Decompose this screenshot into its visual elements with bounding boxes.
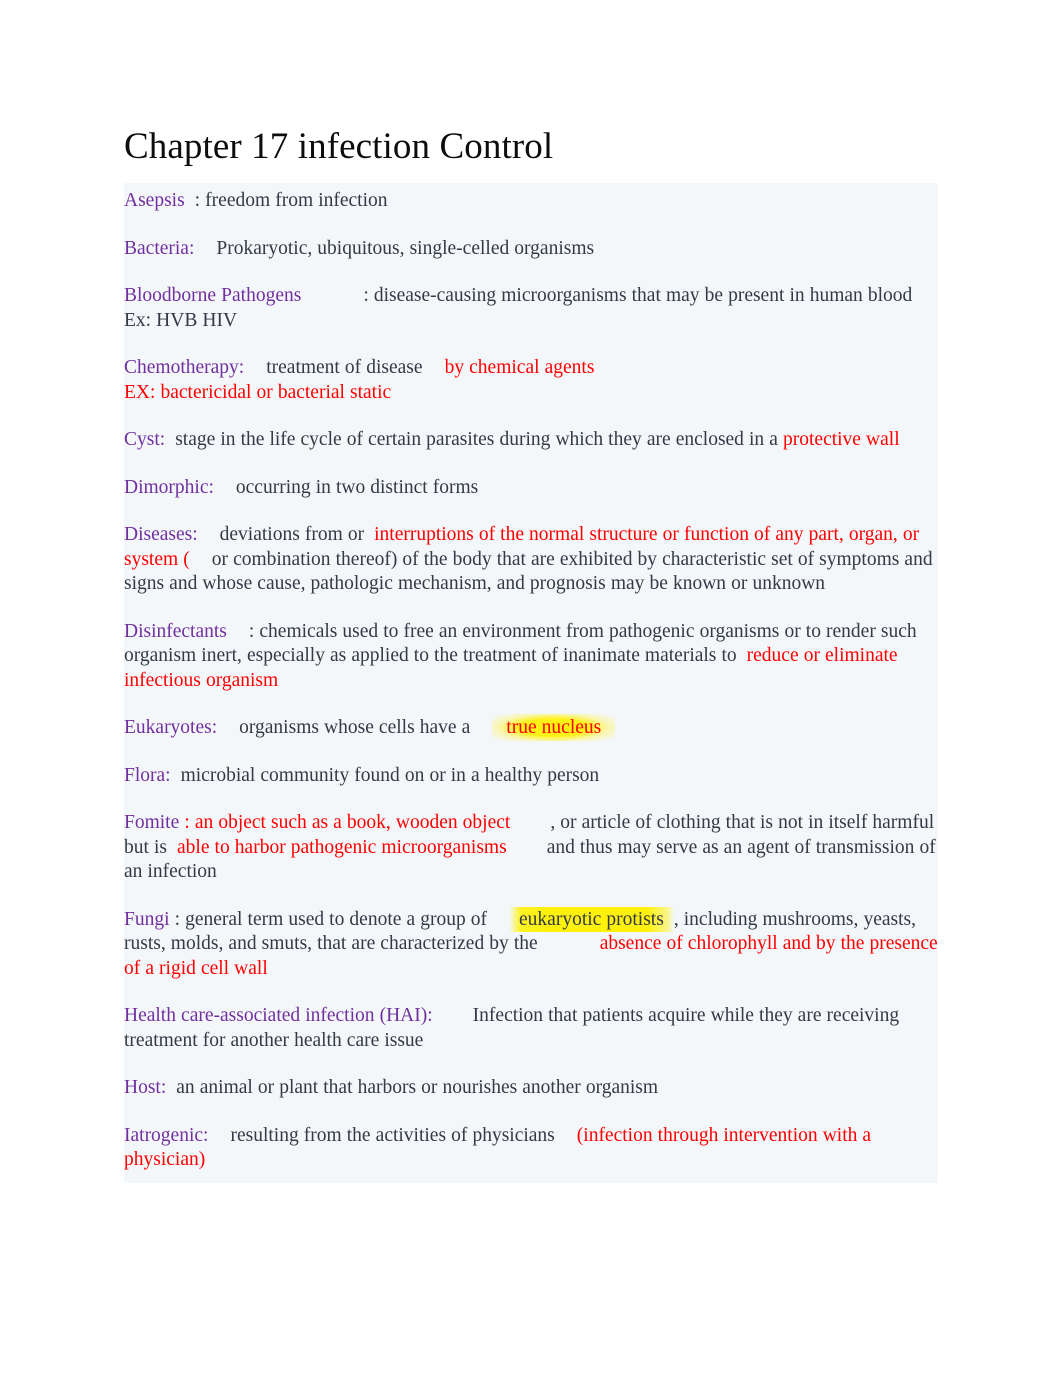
definition-entry-chemotherapy: Chemotherapy: treatment of disease by chem… — [124, 356, 938, 405]
definition-asepsis: freedom from infection — [205, 190, 388, 211]
term-diseases: Diseases: — [124, 524, 198, 545]
separator-bloodborne: : — [363, 285, 374, 306]
example-red-chemotherapy: EX: bactericidal or bacterial static — [124, 381, 392, 403]
yellow-highlight-true-nucleus: true nucleus — [492, 714, 616, 741]
definition-entry-fomite: Fomite : an object such as a book, woode… — [124, 811, 938, 885]
term-chemotherapy: Chemotherapy: — [124, 357, 245, 378]
term-fungi: Fungi — [124, 908, 170, 930]
term-disinfectants: Disinfectants — [124, 620, 227, 642]
page-title: Chapter 17 infection Control — [124, 126, 554, 167]
definition-fungi-a: general term used to denote a group of — [185, 908, 488, 930]
term-bacteria: Bacteria: — [124, 237, 195, 259]
definition-bacteria: Prokaryotic, ubiquitous, single-celled o… — [216, 237, 595, 259]
definition-entry-eukaryotes: Eukaryotes: organisms whose cells have a t… — [124, 714, 938, 741]
definition-cyst: stage in the life cycle of certain paras… — [175, 429, 778, 450]
term-bloodborne-pathogens: Bloodborne Pathogens — [124, 285, 302, 306]
definition-entry-asepsis: Asepsis: freedom from infection — [124, 189, 938, 214]
definition-entry-cyst: Cyst: stage in the life cycle of certain … — [124, 428, 938, 453]
definition-diseases-part-b: or combination thereof) of the body that… — [124, 548, 933, 595]
definition-chemotherapy: treatment of disease — [266, 357, 423, 378]
definition-entry-hai: Health care-associated infection (HAI): I… — [124, 1004, 938, 1053]
term-cyst: Cyst: — [124, 429, 166, 450]
highlight-red-chemotherapy: by chemical agents — [444, 357, 595, 378]
definition-iatrogenic: resulting from the activities of physici… — [230, 1124, 555, 1146]
term-dimorphic: Dimorphic: — [124, 476, 214, 498]
definition-flora: microbial community found on or in a hea… — [180, 764, 600, 786]
example-bloodborne: Ex: HVB HIV — [124, 309, 238, 331]
term-fomite: Fomite — [124, 812, 180, 833]
definition-entry-diseases: Diseases: deviations from or interruptions… — [124, 523, 938, 597]
highlight-red-fomite-b: able to harbor pathogenic microorganisms — [177, 836, 507, 858]
term-health-care-associated-infection: Health care-associated infection (HAI): — [124, 1005, 433, 1026]
definition-entry-fungi: Fungi : general term used to denote a gr… — [124, 906, 938, 982]
definition-entry-dimorphic: Dimorphic: occurring in two distinct form… — [124, 476, 938, 501]
definition-bloodborne: disease-causing microorganisms that may … — [373, 285, 913, 306]
definition-entry-bacteria: Bacteria: Prokaryotic, ubiquitous, single… — [124, 237, 938, 262]
definitions-content-block: Asepsis: freedom from infection Bacteria… — [124, 183, 938, 1183]
definition-eukaryotes: organisms whose cells have a — [239, 717, 471, 738]
document-page: Chapter 17 infection Control Asepsis: fr… — [0, 0, 1062, 1377]
definition-diseases-part-a: deviations from or — [219, 524, 365, 545]
definition-entry-host: Host: an animal or plant that harbors or … — [124, 1076, 938, 1101]
separator-disinfectants: : — [248, 620, 260, 642]
term-iatrogenic: Iatrogenic: — [124, 1124, 209, 1146]
definition-entry-flora: Flora: microbial community found on or in… — [124, 764, 938, 789]
separator-asepsis: : — [194, 190, 206, 211]
term-flora: Flora: — [124, 764, 171, 786]
separator-fomite: : — [179, 812, 195, 833]
separator-fungi: : — [169, 908, 186, 930]
highlight-red-fomite-a: an object such as a book, wooden object — [194, 812, 511, 833]
definition-entry-bloodborne: Bloodborne Pathogens: disease-causing mi… — [124, 284, 938, 333]
definition-dimorphic: occurring in two distinct forms — [235, 476, 479, 498]
term-asepsis: Asepsis — [124, 190, 185, 211]
definition-entry-iatrogenic: Iatrogenic: resulting from the activities… — [124, 1124, 938, 1173]
highlight-red-cyst: protective wall — [783, 429, 900, 450]
yellow-highlight-eukaryotic-protists: eukaryotic protists — [509, 906, 674, 932]
definition-host: an animal or plant that harbors or nouri… — [176, 1077, 659, 1098]
term-eukaryotes: Eukaryotes: — [124, 717, 218, 738]
term-host: Host: — [124, 1077, 167, 1098]
definition-entry-disinfectants: Disinfectants: chemicals used to free an… — [124, 620, 938, 694]
